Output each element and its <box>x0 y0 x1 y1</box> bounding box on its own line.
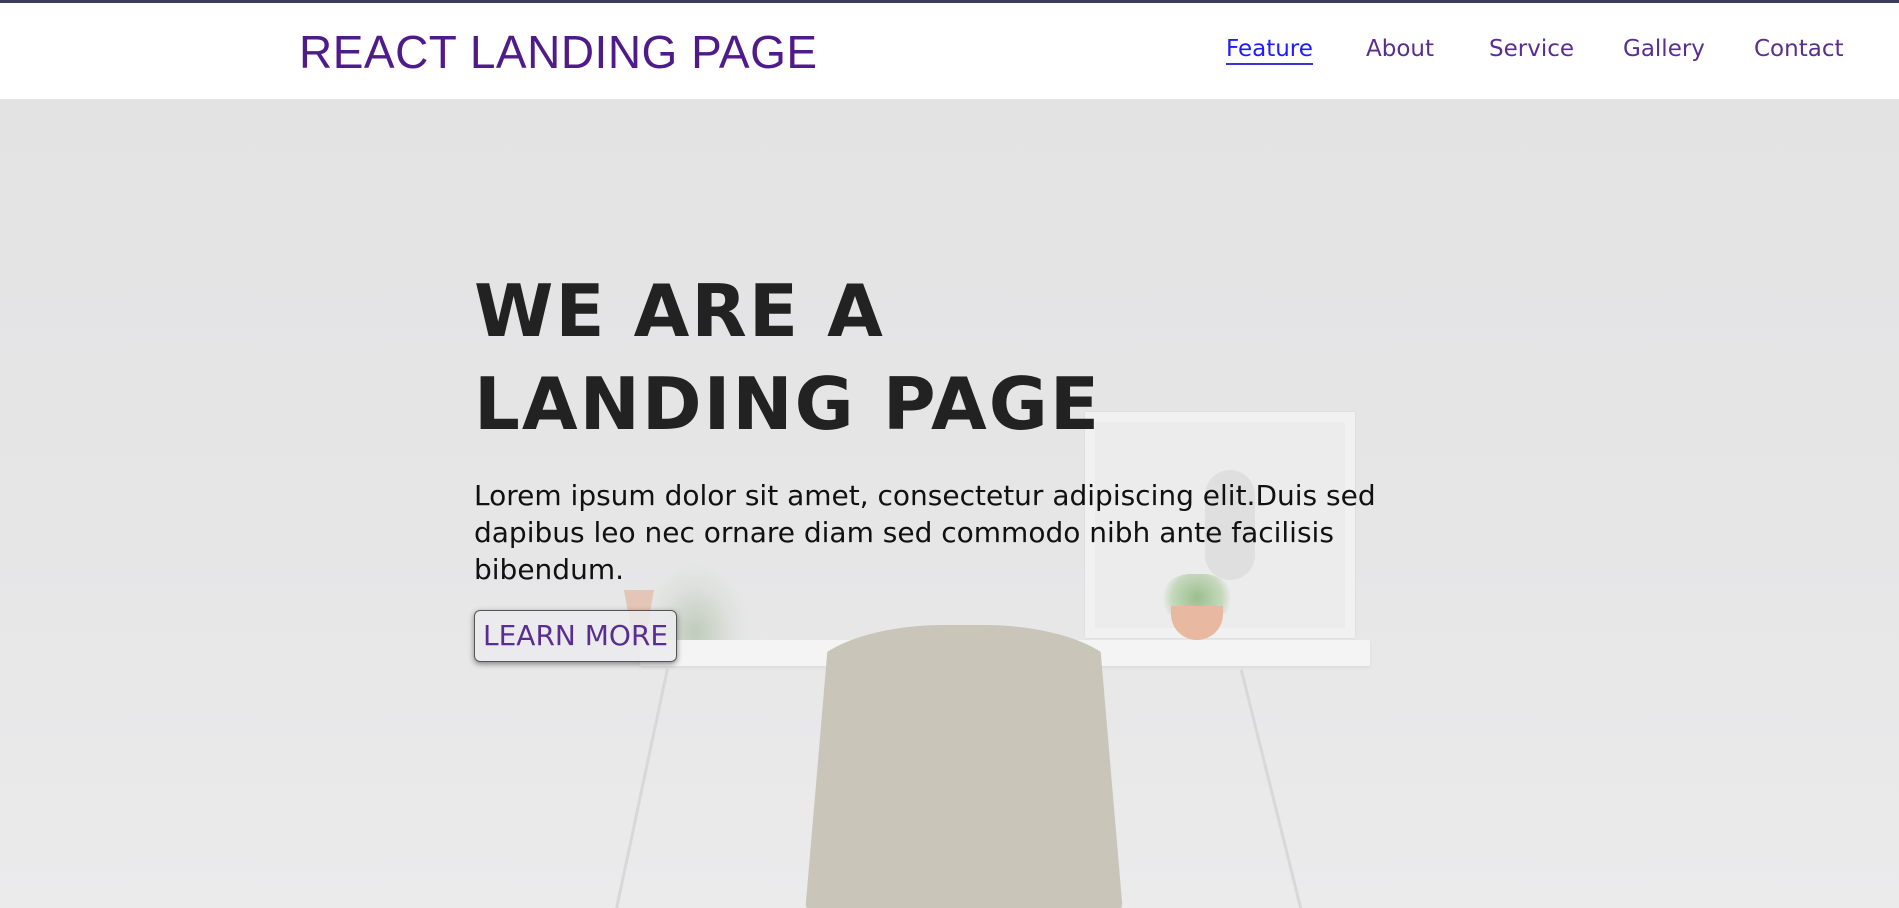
nav-link-contact[interactable]: Contact <box>1754 36 1843 62</box>
nav-link-about[interactable]: About <box>1366 36 1434 62</box>
background-desk-leg <box>1239 669 1304 908</box>
navbar: REACT LANDING PAGE Feature About Service… <box>0 3 1899 99</box>
nav-link-feature[interactable]: Feature <box>1226 36 1313 65</box>
nav-link-service[interactable]: Service <box>1489 36 1574 62</box>
learn-more-button[interactable]: LEARN MORE <box>474 610 678 662</box>
background-chair <box>804 625 1124 908</box>
brand-logo[interactable]: REACT LANDING PAGE <box>299 25 818 79</box>
nav-link-gallery[interactable]: Gallery <box>1623 36 1705 62</box>
hero-title: WE ARE A LANDING PAGE <box>474 269 1101 446</box>
hero-description: Lorem ipsum dolor sit amet, consectetur … <box>474 479 1376 586</box>
background-desk-leg <box>614 668 669 908</box>
hero-section: WE ARE A LANDING PAGE Lorem ipsum dolor … <box>0 99 1899 908</box>
